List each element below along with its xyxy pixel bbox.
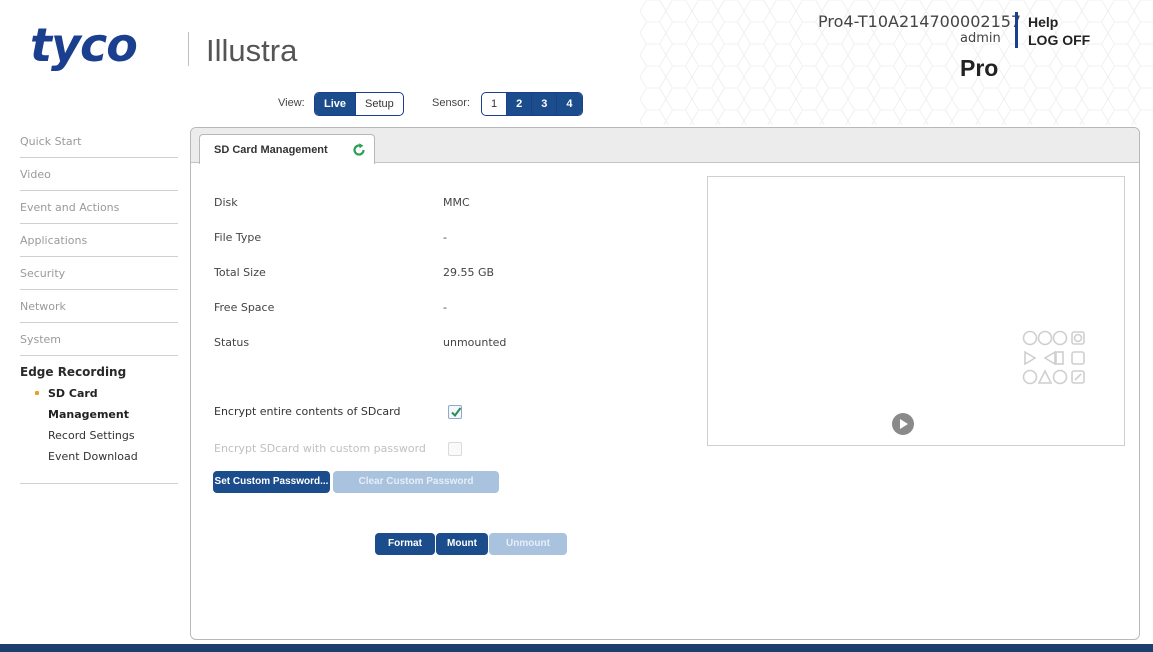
tab-sd-card-management[interactable]: SD Card Management <box>199 134 375 164</box>
sidebar-subitem-sd-card-management[interactable]: SD Card Management <box>20 383 178 425</box>
encrypt-custom-checkbox[interactable] <box>448 442 462 456</box>
footer-bar <box>0 644 1153 652</box>
sensor-3-button[interactable]: 3 <box>532 93 558 115</box>
sidebar-item-system[interactable]: System <box>20 323 178 356</box>
total-size-value: 29.55 GB <box>443 266 495 279</box>
active-bullet-icon <box>35 391 39 395</box>
sensor-1-button[interactable]: 1 <box>482 93 508 115</box>
logoff-link[interactable]: LOG OFF <box>1028 32 1090 48</box>
tyco-logo: tyco <box>30 18 138 72</box>
refresh-icon[interactable] <box>352 143 366 157</box>
video-preview[interactable] <box>707 176 1125 446</box>
set-custom-password-button[interactable]: Set Custom Password... <box>213 471 330 493</box>
sensor-2-button[interactable]: 2 <box>507 93 533 115</box>
sidebar-item-event-and-actions[interactable]: Event and Actions <box>20 191 178 224</box>
status-value: unmounted <box>443 336 507 349</box>
illustra-logo: Illustra <box>206 33 298 68</box>
sidebar: Quick Start Video Event and Actions Appl… <box>20 125 178 484</box>
header: tyco Illustra Pro4-T10A214700002157 admi… <box>0 0 1153 125</box>
file-type-value: - <box>443 231 447 244</box>
encrypt-custom-label: Encrypt SDcard with custom password <box>214 442 426 455</box>
device-name: Pro4-T10A214700002157 <box>818 12 1022 31</box>
ptz-control-icon[interactable] <box>1021 329 1087 387</box>
sidebar-item-network[interactable]: Network <box>20 290 178 323</box>
checkmark-icon <box>451 407 462 418</box>
sidebar-group-edge-recording: Edge Recording SD Card Management Record… <box>20 356 178 484</box>
mount-button[interactable]: Mount <box>436 533 488 555</box>
sidebar-item-edge-recording[interactable]: Edge Recording <box>20 365 178 379</box>
model-label: Pro <box>960 55 999 81</box>
status-label: Status <box>214 336 250 349</box>
free-space-value: - <box>443 301 447 314</box>
file-type-label: File Type <box>214 231 262 244</box>
sidebar-item-quick-start[interactable]: Quick Start <box>20 125 178 158</box>
view-toggle: Live Setup <box>314 92 404 116</box>
help-link[interactable]: Help <box>1028 14 1058 30</box>
sidebar-subitem-label: SD Card Management <box>48 387 129 421</box>
sensor-label: Sensor: <box>432 97 470 109</box>
encrypt-all-label: Encrypt entire contents of SDcard <box>214 405 401 418</box>
encrypt-all-checkbox[interactable] <box>448 405 462 419</box>
format-button[interactable]: Format <box>375 533 435 555</box>
unmount-button[interactable]: Unmount <box>489 533 567 555</box>
sidebar-subitem-event-download[interactable]: Event Download <box>20 446 178 467</box>
free-space-label: Free Space <box>214 301 275 314</box>
header-divider <box>1015 12 1018 48</box>
play-icon[interactable] <box>892 413 914 435</box>
tab-bar: SD Card Management <box>191 128 1139 164</box>
main-panel: SD Card Management Disk MMC File Type - … <box>190 127 1140 640</box>
view-setup-button[interactable]: Setup <box>356 93 403 115</box>
view-live-button[interactable]: Live <box>315 93 357 115</box>
sidebar-item-applications[interactable]: Applications <box>20 224 178 257</box>
sidebar-item-video[interactable]: Video <box>20 158 178 191</box>
tab-label: SD Card Management <box>214 144 328 156</box>
logo-divider <box>188 32 189 66</box>
username: admin <box>960 31 1001 46</box>
sensor-4-button[interactable]: 4 <box>557 93 582 115</box>
clear-custom-password-button[interactable]: Clear Custom Password <box>333 471 499 493</box>
sidebar-item-security[interactable]: Security <box>20 257 178 290</box>
total-size-label: Total Size <box>214 266 266 279</box>
sensor-selector: 1 2 3 4 <box>481 92 583 116</box>
disk-label: Disk <box>214 196 238 209</box>
view-label: View: <box>278 97 305 109</box>
disk-value: MMC <box>443 196 470 209</box>
sidebar-subitem-record-settings[interactable]: Record Settings <box>20 425 178 446</box>
